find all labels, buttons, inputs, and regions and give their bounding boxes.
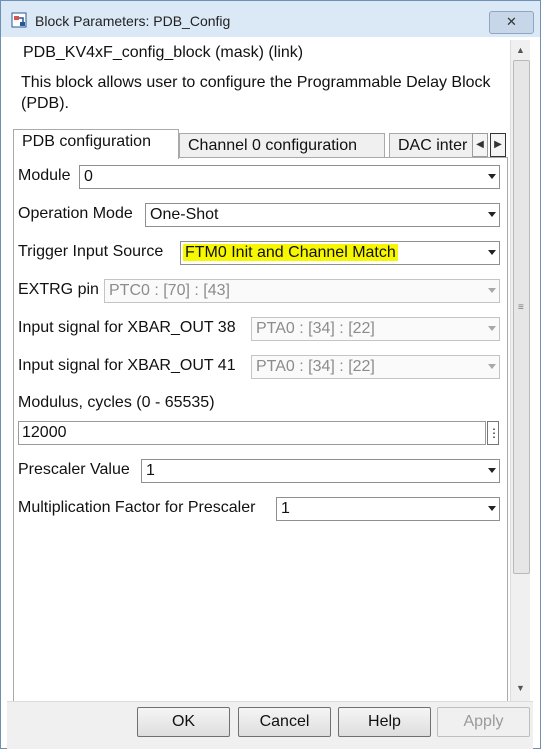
simulink-block-icon	[11, 12, 27, 28]
tab-label: PDB configuration	[22, 133, 151, 150]
block-heading: PDB_KV4xF_config_block (mask) (link)	[23, 44, 304, 61]
vertical-scrollbar[interactable]: ▲ ≡ ▼	[510, 40, 530, 701]
trigger-input-source-label: Trigger Input Source	[18, 243, 164, 260]
chevron-down-icon	[488, 326, 496, 331]
close-icon: ✕	[506, 14, 517, 29]
tab-channel-0-configuration[interactable]: Channel 0 configuration	[179, 133, 385, 158]
help-button[interactable]: Help	[338, 707, 431, 737]
extrg-pin-label: EXTRG pin	[18, 281, 99, 298]
mult-factor-label: Multiplication Factor for Prescaler	[18, 499, 256, 516]
mult-factor-select[interactable]: 1	[276, 497, 500, 521]
block-parameters-dialog: Block Parameters: PDB_Config ✕ PDB_KV4xF…	[0, 0, 541, 749]
modulus-value: 12000	[22, 424, 67, 441]
xbar-out-38-select[interactable]: PTA0 : [34] : [22]	[251, 317, 500, 341]
xbar-out-38-value: PTA0 : [34] : [22]	[256, 320, 375, 337]
mult-factor-value: 1	[281, 500, 290, 517]
prescaler-label: Prescaler Value	[18, 461, 130, 478]
close-button[interactable]: ✕	[489, 11, 534, 34]
chevron-down-icon	[488, 212, 496, 217]
tab-strip: PDB configuration Channel 0 configuratio…	[13, 129, 507, 159]
chevron-down-icon	[488, 468, 496, 473]
more-options-icon[interactable]: ⋮	[487, 421, 500, 445]
module-value: 0	[84, 168, 93, 185]
scroll-down-icon[interactable]: ▼	[511, 680, 530, 696]
tab-label: Channel 0 configuration	[188, 137, 358, 154]
tab-scroll-right-icon[interactable]: ▶	[490, 133, 506, 157]
xbar-out-41-value: PTA0 : [34] : [22]	[256, 358, 375, 375]
chevron-down-icon	[488, 288, 496, 293]
module-label: Module	[18, 167, 71, 184]
extrg-pin-value: PTC0 : [70] : [43]	[109, 282, 230, 299]
tab-label: DAC inter	[398, 137, 468, 154]
modulus-label: Modulus, cycles (0 - 65535)	[18, 394, 215, 411]
modulus-input[interactable]: 12000	[18, 421, 486, 445]
apply-button[interactable]: Apply	[437, 707, 530, 737]
title-bar[interactable]: Block Parameters: PDB_Config ✕	[1, 1, 540, 37]
tab-pdb-configuration[interactable]: PDB configuration	[13, 129, 179, 159]
xbar-out-41-label: Input signal for XBAR_OUT 41	[18, 357, 236, 374]
vertical-dots-icon: ⋮	[488, 426, 500, 440]
prescaler-value: 1	[146, 462, 155, 479]
chevron-down-icon	[488, 506, 496, 511]
module-select[interactable]: 0	[79, 165, 500, 189]
chevron-down-icon	[488, 364, 496, 369]
window-title: Block Parameters: PDB_Config	[35, 13, 231, 29]
chevron-down-icon	[488, 250, 496, 255]
cancel-button[interactable]: Cancel	[238, 707, 331, 737]
ok-button[interactable]: OK	[137, 707, 230, 737]
operation-mode-label: Operation Mode	[18, 205, 133, 222]
xbar-out-38-label: Input signal for XBAR_OUT 38	[18, 319, 236, 336]
tab-scroll-left-icon[interactable]: ◀	[472, 133, 488, 157]
block-description: This block allows user to configure the …	[21, 74, 491, 112]
highlighted-text: FTM0 Init and Channel Match	[183, 244, 398, 261]
scroll-grip-icon: ≡	[518, 302, 524, 313]
scroll-up-icon[interactable]: ▲	[511, 42, 530, 58]
scrollbar-thumb[interactable]: ≡	[513, 60, 530, 574]
chevron-down-icon	[488, 174, 496, 179]
trigger-input-source-select[interactable]: FTM0 Init and Channel Match	[180, 241, 500, 265]
operation-mode-value: One-Shot	[150, 206, 219, 223]
operation-mode-select[interactable]: One-Shot	[145, 203, 500, 227]
prescaler-select[interactable]: 1	[141, 459, 500, 483]
extrg-pin-select[interactable]: PTC0 : [70] : [43]	[104, 279, 500, 303]
trigger-input-source-value: FTM0 Init and Channel Match	[183, 242, 398, 264]
xbar-out-41-select[interactable]: PTA0 : [34] : [22]	[251, 355, 500, 379]
